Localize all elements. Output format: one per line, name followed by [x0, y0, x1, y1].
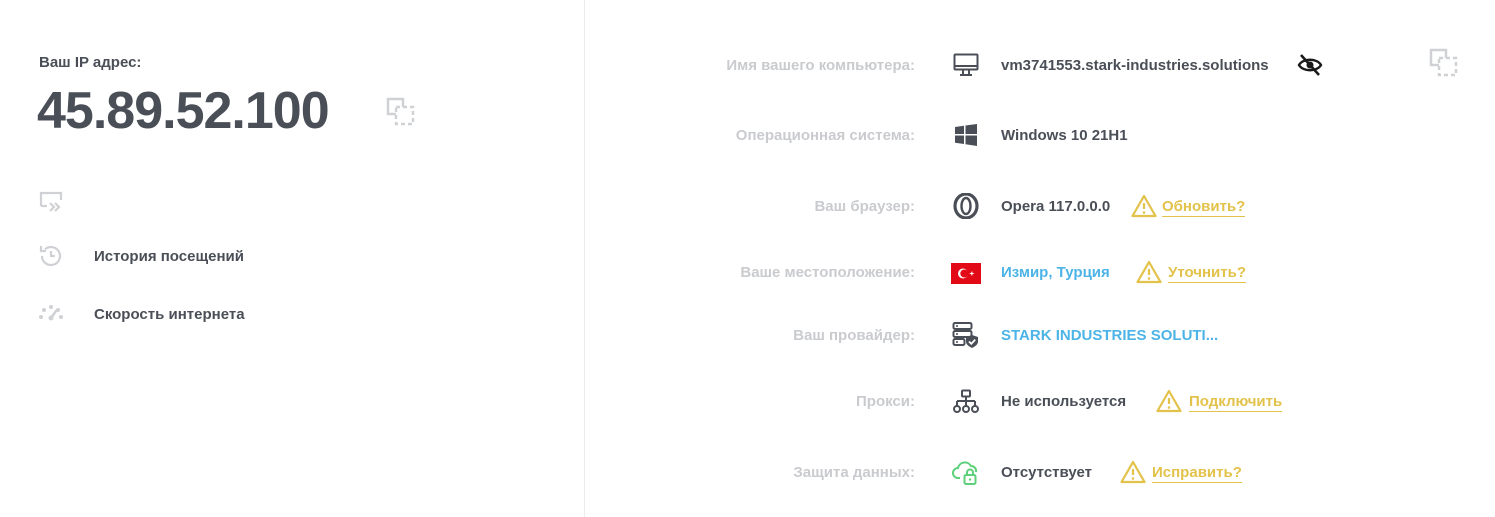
browser-value: Opera 117.0.0.0 [1001, 198, 1111, 215]
network-icon [951, 387, 981, 417]
warning-icon [1120, 460, 1146, 484]
warning-icon [1156, 389, 1182, 413]
system-info-panel: Имя вашего компьютера: vm3741553.stark-i… [585, 0, 1495, 517]
warning-icon [1136, 260, 1162, 284]
computer-name-label: Имя вашего компьютера: [726, 57, 915, 74]
speedometer-icon[interactable] [37, 300, 65, 328]
cloud-lock-icon [951, 457, 981, 487]
location-label: Ваше местоположение: [740, 264, 915, 281]
update-browser-link[interactable]: Обновить? [1162, 198, 1246, 217]
connect-proxy-link[interactable]: Подключить [1189, 393, 1283, 412]
visit-history-link[interactable]: История посещений [94, 248, 244, 265]
location-value[interactable]: Измир, Турция [1001, 264, 1110, 281]
proxy-label: Прокси: [856, 393, 915, 410]
share-screen-icon[interactable] [37, 188, 65, 216]
data-protection-label: Защита данных: [793, 464, 915, 481]
provider-value[interactable]: STARK INDUSTRIES SOLUTI... [1001, 327, 1218, 344]
ip-address: 45.89.52.100 [37, 82, 330, 140]
refine-location-link[interactable]: Уточнить? [1168, 264, 1246, 283]
monitor-icon [951, 50, 981, 80]
data-protection-value: Отсутствует [1001, 464, 1093, 481]
warning-icon [1131, 194, 1157, 218]
copy-icon[interactable] [1429, 48, 1459, 78]
copy-icon[interactable] [386, 97, 416, 127]
proxy-value: Не используется [1001, 393, 1127, 410]
server-shield-icon [951, 320, 981, 350]
fix-protection-link[interactable]: Исправить? [1152, 464, 1242, 483]
history-icon[interactable] [37, 242, 65, 270]
turkey-flag-icon [951, 258, 981, 288]
os-label: Операционная система: [735, 127, 915, 144]
browser-label: Ваш браузер: [814, 198, 915, 215]
computer-name-value: vm3741553.stark-industries.solutions [1001, 57, 1269, 74]
ip-label: Ваш IP адрес: [39, 54, 142, 71]
ip-panel: Ваш IP адрес: 45.89.52.100 История посещ… [0, 0, 584, 517]
eye-off-icon[interactable] [1297, 52, 1323, 78]
windows-icon [951, 120, 981, 150]
os-value: Windows 10 21H1 [1001, 127, 1128, 144]
opera-icon [951, 191, 981, 221]
internet-speed-link[interactable]: Скорость интернета [94, 306, 245, 323]
provider-label: Ваш провайдер: [793, 327, 915, 344]
